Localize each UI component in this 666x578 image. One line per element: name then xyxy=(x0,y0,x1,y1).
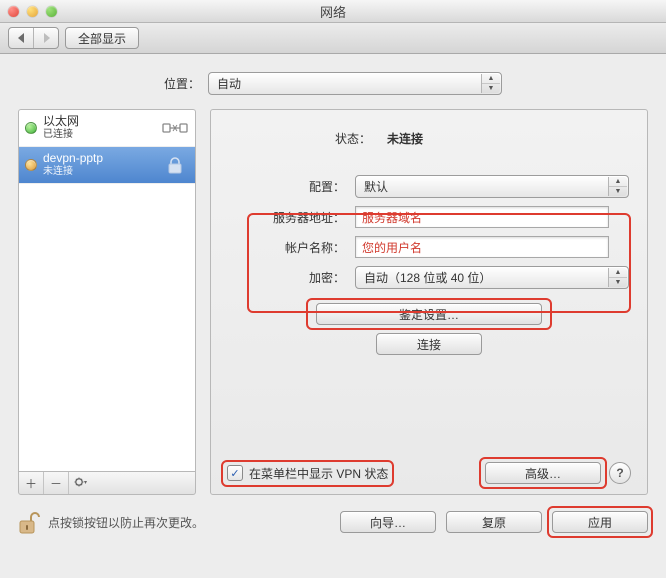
sidebar-item-ethernet[interactable]: 以太网 已连接 xyxy=(19,110,195,147)
forward-button[interactable] xyxy=(34,28,58,48)
location-row: 位置： 自动 ▲▼ xyxy=(18,72,648,95)
help-button[interactable]: ? xyxy=(609,462,631,484)
sidebar-item-status: 未连接 xyxy=(43,166,155,178)
assist-button[interactable]: 向导… xyxy=(340,511,436,533)
remove-interface-button[interactable]: － xyxy=(44,472,69,494)
highlight-icon xyxy=(247,213,631,313)
encrypt-value: 自动（128 位或 40 位） xyxy=(364,269,491,286)
lock-open-icon[interactable] xyxy=(18,509,40,535)
chevron-updown-icon: ▲▼ xyxy=(608,268,627,287)
apply-button[interactable]: 应用 xyxy=(552,511,648,533)
revert-button[interactable]: 复原 xyxy=(446,511,542,533)
status-label: 状态： xyxy=(251,130,371,147)
action-menu-button[interactable] xyxy=(69,472,93,494)
toolbar: 全部显示 xyxy=(0,23,666,54)
back-button[interactable] xyxy=(9,28,34,48)
sidebar-item-name: devpn-pptp xyxy=(43,152,155,166)
network-sidebar: 以太网 已连接 devpn-pp xyxy=(18,109,196,495)
chevron-updown-icon: ▲▼ xyxy=(608,177,627,196)
advanced-button[interactable]: 高级… xyxy=(485,462,601,484)
status-dot-green-icon xyxy=(25,122,37,134)
sidebar-item-vpn[interactable]: devpn-pptp 未连接 xyxy=(19,147,195,184)
encrypt-label: 加密： xyxy=(227,269,345,286)
nav-segmented xyxy=(8,27,59,49)
connect-button[interactable]: 连接 xyxy=(376,333,482,355)
window-title: 网络 xyxy=(0,2,666,21)
location-value: 自动 xyxy=(217,75,241,92)
add-interface-button[interactable]: ＋ xyxy=(19,472,44,494)
network-list: 以太网 已连接 devpn-pp xyxy=(18,109,196,471)
auth-settings-button[interactable]: 鉴定设置… xyxy=(316,303,542,325)
menubar-checkbox[interactable]: ✓ xyxy=(227,465,243,481)
menubar-checkbox-label: 在菜单栏中显示 VPN 状态 xyxy=(249,465,388,482)
config-label: 配置： xyxy=(227,178,345,195)
location-label: 位置： xyxy=(164,75,200,92)
server-label: 服务器地址： xyxy=(227,209,345,226)
detail-panel: 状态： 未连接 配置： 默认 ▲▼ 服务器地址： 帐户名称： xyxy=(210,109,648,495)
chevron-updown-icon: ▲▼ xyxy=(481,74,500,93)
server-address-input[interactable] xyxy=(355,206,609,228)
encryption-popup[interactable]: 自动（128 位或 40 位） ▲▼ xyxy=(355,266,629,289)
config-value: 默认 xyxy=(364,178,388,195)
status-value: 未连接 xyxy=(387,130,607,147)
footer: 点按锁按钮以防止再次更改。 向导… 复原 应用 xyxy=(18,509,648,535)
ethernet-icon xyxy=(161,117,189,139)
sidebar-item-name: 以太网 xyxy=(43,115,155,129)
location-popup[interactable]: 自动 ▲▼ xyxy=(208,72,502,95)
window-titlebar: 网络 xyxy=(0,0,666,23)
show-all-button[interactable]: 全部显示 xyxy=(65,27,139,49)
status-dot-amber-icon xyxy=(25,159,37,171)
lock-text: 点按锁按钮以防止再次更改。 xyxy=(48,514,204,531)
sidebar-item-status: 已连接 xyxy=(43,129,155,141)
lock-icon xyxy=(161,154,189,176)
account-label: 帐户名称： xyxy=(227,239,345,256)
config-popup[interactable]: 默认 ▲▼ xyxy=(355,175,629,198)
account-name-input[interactable] xyxy=(355,236,609,258)
sidebar-toolbar: ＋ － xyxy=(18,471,196,495)
